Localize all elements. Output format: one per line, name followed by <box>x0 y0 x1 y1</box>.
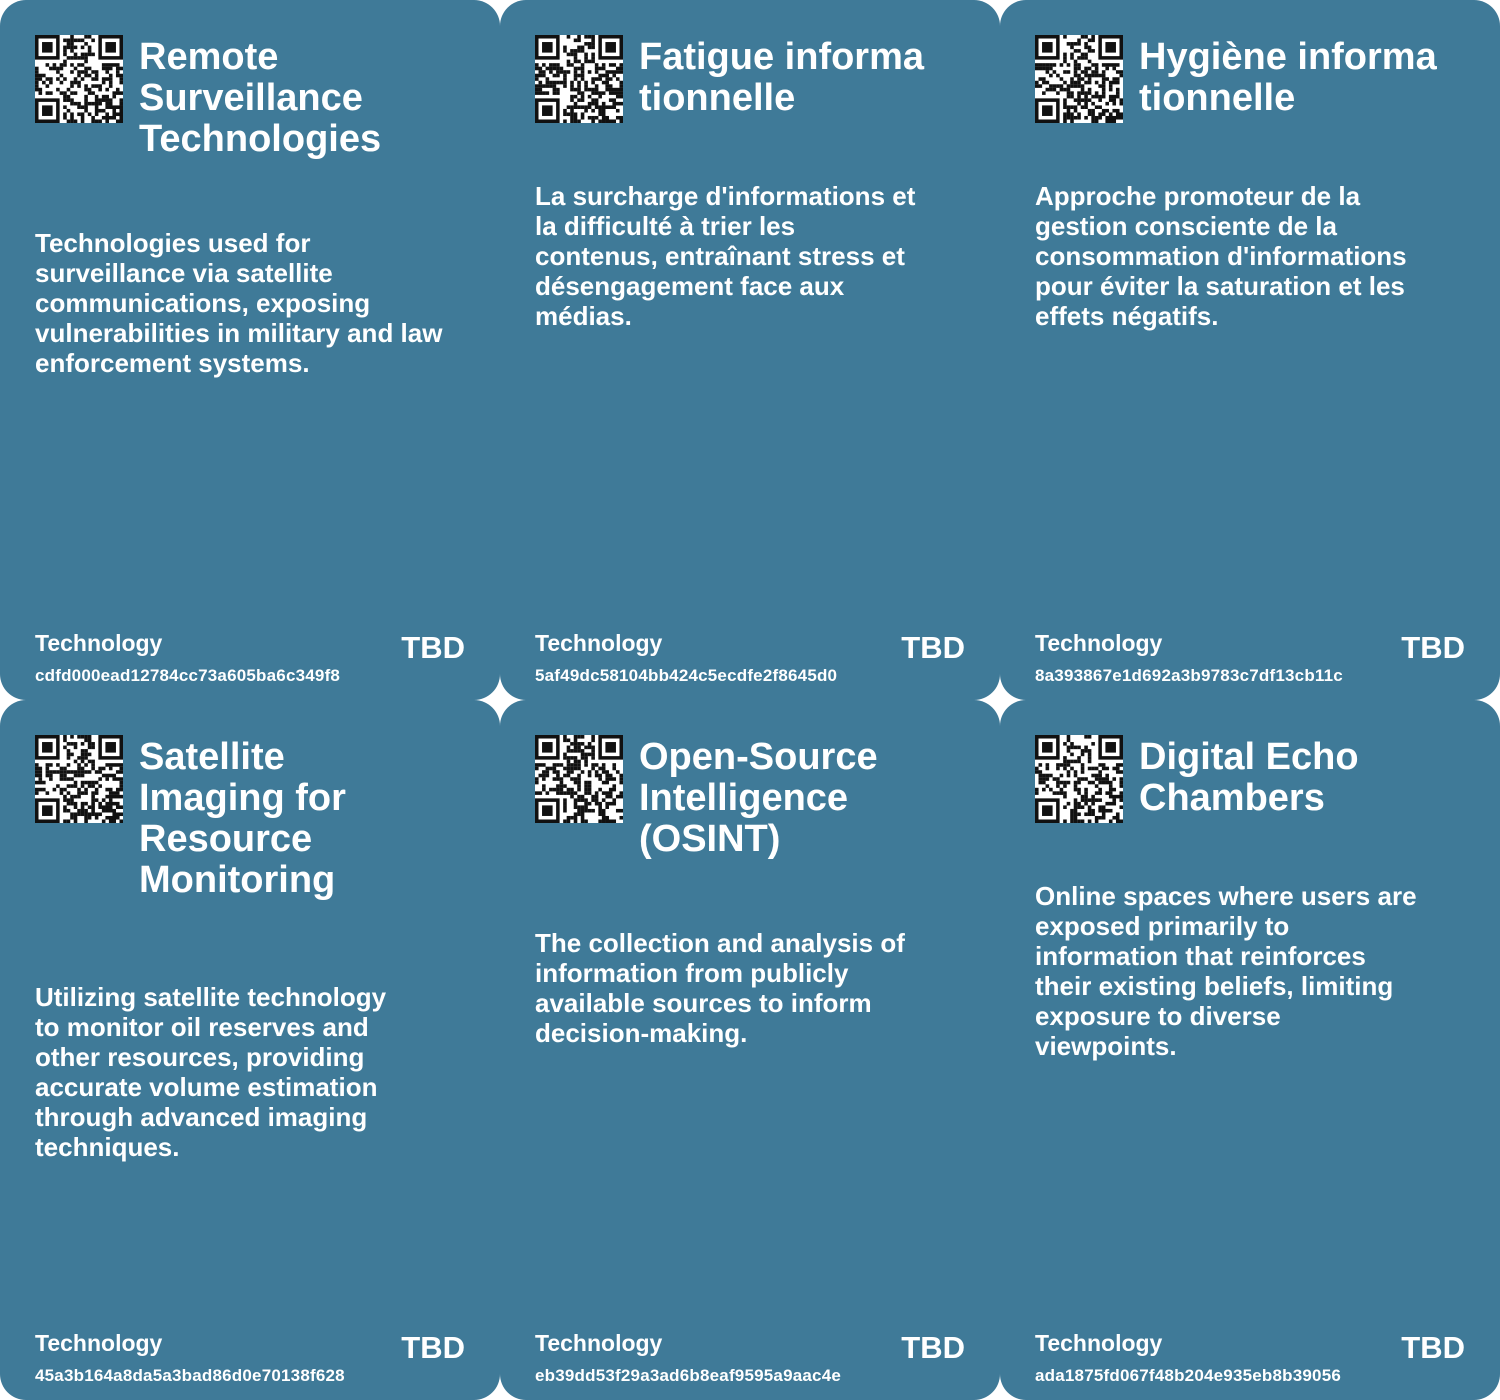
card-sheet: Remote Surveillance Technologies Technol… <box>0 0 1500 1400</box>
card-id: eb39dd53f29a3ad6b8eaf9595a9aac4e <box>535 1366 842 1385</box>
card-id: 5af49dc58104bb424c5ecdfe2f8645d0 <box>535 666 838 685</box>
card-title: Fatigue informationnelle <box>639 36 925 119</box>
card-id: ada1875fd067f48b204e935eb8b39056 <box>1035 1366 1342 1385</box>
card-title: Digital Echo Chambers <box>1139 736 1359 819</box>
card-category: Technology <box>1035 630 1163 656</box>
card-description: The collection and analysis of informati… <box>535 928 905 1048</box>
card: Satellite Imaging for Resource Monitorin… <box>0 700 500 1400</box>
card-description: Approche promoteur de la gestion conscie… <box>1035 181 1407 331</box>
card-status: TBD <box>901 630 965 665</box>
card: Open-Source Intelligence (OSINT) The col… <box>500 700 1000 1400</box>
card-title: Open-Source Intelligence (OSINT) <box>639 736 878 860</box>
card-id: 45a3b164a8da5a3bad86d0e70138f628 <box>35 1366 345 1385</box>
card: Fatigue informationnelle La surcharge d'… <box>500 0 1000 700</box>
card: Digital Echo Chambers Online spaces wher… <box>1000 700 1500 1400</box>
card-id: cdfd000ead12784cc73a605ba6c349f8 <box>35 666 341 685</box>
card-status: TBD <box>901 1330 965 1365</box>
card-description: La surcharge d'informations et la diffic… <box>535 181 916 331</box>
card-category: Technology <box>35 1330 163 1356</box>
card-description: Utilizing satellite technology to monito… <box>35 982 387 1162</box>
qr-code-icon <box>35 35 123 123</box>
qr-code-icon <box>1035 35 1123 123</box>
card-status: TBD <box>1401 630 1465 665</box>
card-id: 8a393867e1d692a3b9783c7df13cb11c <box>1035 666 1343 685</box>
card-category: Technology <box>1035 1330 1163 1356</box>
card-title: Hygiène informationnelle <box>1139 36 1437 119</box>
card-title: Remote Surveillance Technologies <box>139 36 382 160</box>
card: Hygiène informationnelle Approche promot… <box>1000 0 1500 700</box>
card-status: TBD <box>401 630 465 665</box>
card-category: Technology <box>535 1330 663 1356</box>
card-category: Technology <box>535 630 663 656</box>
card-status: TBD <box>1401 1330 1465 1365</box>
card-title: Satellite Imaging for Resource Monitorin… <box>139 736 346 901</box>
qr-code-icon <box>535 735 623 823</box>
qr-code-icon <box>35 735 123 823</box>
qr-code-icon <box>1035 735 1123 823</box>
card-description: Online spaces where users are exposed pr… <box>1035 881 1417 1061</box>
card-description: Technologies used for surveillance via s… <box>35 228 443 378</box>
card-status: TBD <box>401 1330 465 1365</box>
card-category: Technology <box>35 630 163 656</box>
qr-code-icon <box>535 35 623 123</box>
card: Remote Surveillance Technologies Technol… <box>0 0 500 700</box>
